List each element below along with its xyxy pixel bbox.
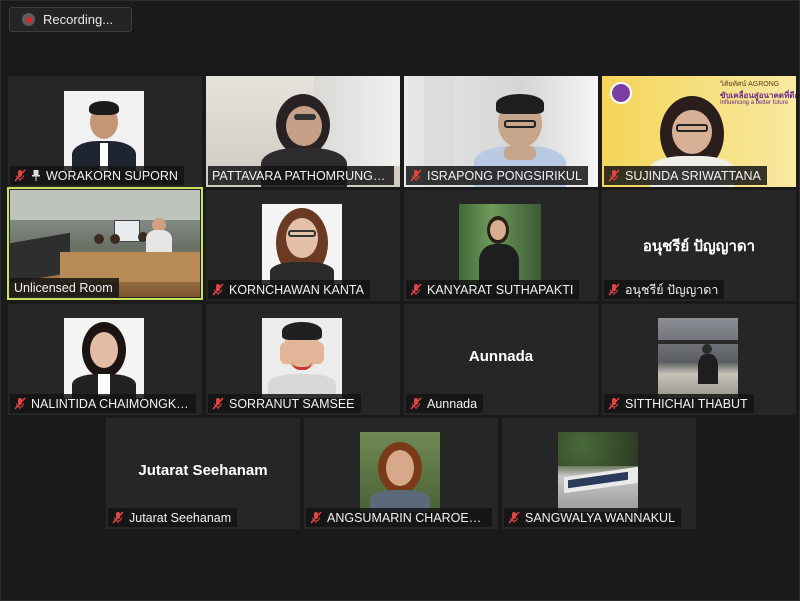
participant-nametag: Jutarat Seehanam xyxy=(108,508,238,527)
participant-display-name: Jutarat Seehanam xyxy=(138,462,268,479)
mic-muted-icon xyxy=(410,169,422,182)
participant-nametag: ISRAPONG PONGSIRIKUL xyxy=(406,166,588,185)
participant-name: อนุชรีย์ ปัญญาดา xyxy=(625,282,719,297)
participant-name: SORRANUT SAMSEE xyxy=(229,396,355,411)
banner-line3: Influencing a better future xyxy=(720,100,789,106)
participant-tile[interactable]: KORNCHAWAN KANTA xyxy=(206,190,400,301)
participant-name: WORAKORN SUPORN xyxy=(46,168,178,183)
participant-nametag: KORNCHAWAN KANTA xyxy=(208,280,370,299)
participant-tile-active-speaker[interactable]: Unlicensed Room xyxy=(7,187,203,300)
participant-nametag: NALINTIDA CHAIMONGKOL xyxy=(10,394,196,413)
participant-tile[interactable]: PATTAVARA PATHOMRUNGSIY... xyxy=(206,76,400,187)
participant-video xyxy=(262,204,342,284)
participant-tile[interactable]: KANYARAT SUTHAPAKTI xyxy=(404,190,598,301)
participant-tile[interactable]: ANGSUMARIN CHAROENK... xyxy=(304,418,498,529)
mic-muted-icon xyxy=(112,511,124,524)
participant-tile[interactable]: Aunnada Aunnada xyxy=(404,304,598,415)
participant-video xyxy=(360,432,440,512)
participant-video xyxy=(64,91,144,171)
participant-nametag: Aunnada xyxy=(406,394,484,413)
participant-display-name: อนุชรีย์ ปัญญาดา xyxy=(642,238,756,255)
participant-name: PATTAVARA PATHOMRUNGSIY... xyxy=(212,168,388,183)
mic-muted-icon xyxy=(212,283,224,296)
mic-muted-icon xyxy=(410,397,422,410)
participant-nametag: อนุชรีย์ ปัญญาดา xyxy=(604,280,725,299)
participant-nametag: PATTAVARA PATHOMRUNGSIY... xyxy=(208,166,394,185)
participant-nametag: SITTHICHAI THABUT xyxy=(604,394,754,413)
mic-muted-icon xyxy=(608,169,620,182)
participant-name: KORNCHAWAN KANTA xyxy=(229,282,364,297)
mic-muted-icon xyxy=(608,397,620,410)
participant-name: SUJINDA SRIWATTANA xyxy=(625,168,761,183)
participant-name: KANYARAT SUTHAPAKTI xyxy=(427,282,574,297)
participant-name: Aunnada xyxy=(427,396,478,411)
participant-name: SITTHICHAI THABUT xyxy=(625,396,748,411)
recording-indicator[interactable]: Recording... xyxy=(9,7,132,32)
participant-name: Jutarat Seehanam xyxy=(129,510,232,525)
participant-nametag: WORAKORN SUPORN xyxy=(10,166,184,185)
participant-name: NALINTIDA CHAIMONGKOL xyxy=(31,396,190,411)
participant-video xyxy=(459,204,541,284)
pin-icon xyxy=(31,169,41,182)
participant-video xyxy=(64,318,144,398)
participant-name: Unlicensed Room xyxy=(14,280,113,295)
record-icon xyxy=(22,13,35,26)
participant-tile[interactable]: WORAKORN SUPORN xyxy=(8,76,202,187)
participant-name: SANGWALYA WANNAKUL xyxy=(525,510,676,525)
participant-video xyxy=(658,318,738,398)
mic-muted-icon xyxy=(14,169,26,182)
participant-tile[interactable]: Jutarat Seehanam Jutarat Seehanam xyxy=(106,418,300,529)
mic-muted-icon xyxy=(508,511,520,524)
participant-nametag: Unlicensed Room xyxy=(10,278,119,297)
participant-tile[interactable]: NALINTIDA CHAIMONGKOL xyxy=(8,304,202,415)
participant-tile[interactable]: ISRAPONG PONGSIRIKUL xyxy=(404,76,598,187)
participant-nametag: SANGWALYA WANNAKUL xyxy=(504,508,682,527)
participant-nametag: SUJINDA SRIWATTANA xyxy=(604,166,767,185)
participant-nametag: SORRANUT SAMSEE xyxy=(208,394,361,413)
participant-display-name: Aunnada xyxy=(468,348,534,365)
recording-label: Recording... xyxy=(43,12,114,27)
mic-muted-icon xyxy=(212,397,224,410)
participant-nametag: ANGSUMARIN CHAROENK... xyxy=(306,508,492,527)
participant-tile[interactable]: SORRANUT SAMSEE xyxy=(206,304,400,415)
participant-tile[interactable]: วิสัยทัศน์ AGRONG ขับเคลื่อนสู่อนาคตที่ด… xyxy=(602,76,796,187)
participant-video xyxy=(558,432,638,512)
participant-video xyxy=(262,318,342,398)
participant-tile[interactable]: SANGWALYA WANNAKUL xyxy=(502,418,696,529)
participant-name: ISRAPONG PONGSIRIKUL xyxy=(427,168,582,183)
mic-muted-icon xyxy=(608,283,620,296)
mic-muted-icon xyxy=(410,283,422,296)
participant-name: ANGSUMARIN CHAROENK... xyxy=(327,510,486,525)
mic-muted-icon xyxy=(310,511,322,524)
participant-tile[interactable]: SITTHICHAI THABUT xyxy=(602,304,796,415)
mic-muted-icon xyxy=(14,397,26,410)
participant-nametag: KANYARAT SUTHAPAKTI xyxy=(406,280,580,299)
participant-tile[interactable]: อนุชรีย์ ปัญญาดา อนุชรีย์ ปัญญาดา xyxy=(602,190,796,301)
